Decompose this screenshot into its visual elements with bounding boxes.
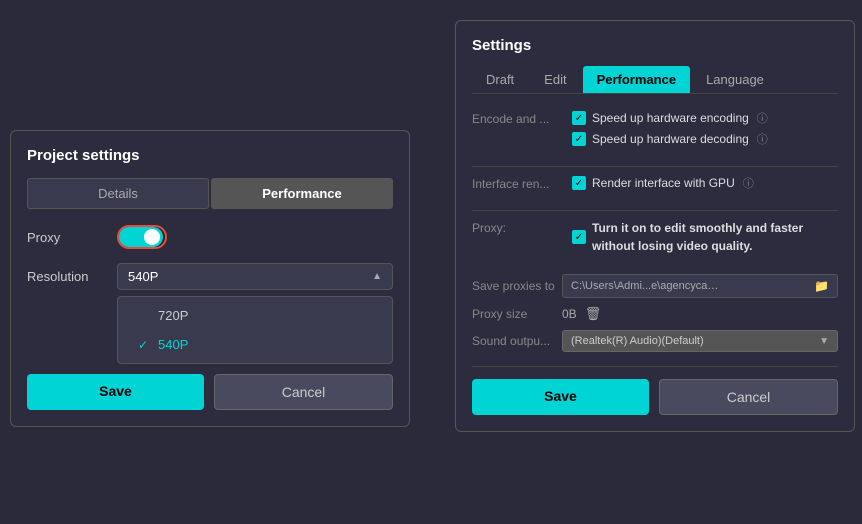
proxy-row: Proxy — [27, 225, 393, 249]
hardware-encoding-checkbox[interactable]: ✓ — [572, 111, 586, 125]
settings-panel: Settings Draft Edit Performance Language… — [455, 20, 855, 432]
info-icon-gpu: ⓘ — [743, 175, 754, 191]
proxy-description-text: Turn it on to edit smoothly and faster w… — [592, 219, 838, 255]
resolution-select[interactable]: 540P ▲ — [117, 263, 393, 290]
settings-save-button[interactable]: Save — [472, 379, 649, 415]
hardware-encoding-label: Speed up hardware encoding — [592, 111, 749, 125]
settings-cancel-button[interactable]: Cancel — [659, 379, 838, 415]
info-icon-encoding: ⓘ — [757, 110, 768, 126]
tab-language[interactable]: Language — [692, 66, 778, 93]
render-gpu-row: ✓ Render interface with GPU ⓘ — [572, 175, 838, 191]
toggle-track — [119, 227, 163, 247]
tab-edit[interactable]: Edit — [530, 66, 580, 93]
info-icon-decoding: ⓘ — [757, 131, 768, 147]
encode-options: ✓ Speed up hardware encoding ⓘ ✓ Speed u… — [572, 110, 838, 152]
folder-icon: 📁 — [814, 279, 829, 293]
resolution-row: Resolution 540P ▲ — [27, 263, 393, 290]
chevron-down-icon: ▼ — [819, 336, 829, 347]
dropdown-item-720p[interactable]: 720P — [118, 301, 392, 330]
save-proxies-row: Save proxies to C:\Users\Admi...e\agency… — [472, 274, 838, 298]
path-value: C:\Users\Admi...e\agencycache — [571, 280, 721, 292]
resolution-dropdown: 720P ✓ 540P — [117, 296, 393, 364]
proxy-section-label: Proxy: — [472, 219, 562, 235]
settings-tabs: Draft Edit Performance Language — [472, 66, 838, 94]
background: Project settings Details Performance Pro… — [0, 0, 862, 524]
proxy-toggle[interactable] — [117, 225, 167, 249]
proxy-size-field: 0B 🗑 — [562, 306, 838, 322]
sound-output-select[interactable]: (Realtek(R) Audio)(Default) ▼ — [562, 330, 838, 352]
render-gpu-checkbox[interactable]: ✓ — [572, 176, 586, 190]
divider-1 — [472, 166, 838, 167]
hardware-decoding-label: Speed up hardware decoding — [592, 132, 749, 146]
resolution-label: Resolution — [27, 269, 117, 284]
proxy-size-value: 0B — [562, 307, 577, 321]
encode-label: Encode and ... — [472, 110, 562, 126]
proxy-size-label: Proxy size — [472, 307, 562, 321]
cancel-button[interactable]: Cancel — [214, 374, 393, 410]
render-gpu-label: Render interface with GPU — [592, 176, 735, 190]
trash-icon[interactable]: 🗑 — [585, 306, 602, 322]
encode-section: Encode and ... ✓ Speed up hardware encod… — [472, 110, 838, 152]
hardware-encoding-row: ✓ Speed up hardware encoding ⓘ — [572, 110, 838, 126]
proxy-option-row: ✓ Turn it on to edit smoothly and faster… — [572, 219, 838, 255]
proxy-label: Proxy — [27, 230, 117, 245]
sound-output-row: Sound outpu... (Realtek(R) Audio)(Defaul… — [472, 330, 838, 352]
hardware-decoding-row: ✓ Speed up hardware decoding ⓘ — [572, 131, 838, 147]
dropdown-item-540p[interactable]: ✓ 540P — [118, 330, 392, 359]
resolution-value: 540P — [128, 269, 158, 284]
save-proxies-path[interactable]: C:\Users\Admi...e\agencycache 📁 — [562, 274, 838, 298]
project-settings-footer: Save Cancel — [27, 374, 393, 410]
sound-output-label: Sound outpu... — [472, 334, 562, 348]
proxy-checkbox[interactable]: ✓ — [572, 230, 586, 244]
chevron-up-icon: ▲ — [372, 271, 382, 282]
save-button[interactable]: Save — [27, 374, 204, 410]
proxy-description: ✓ Turn it on to edit smoothly and faster… — [572, 219, 838, 260]
project-settings-title: Project settings — [27, 147, 393, 164]
divider-2 — [472, 210, 838, 211]
checkmark-540p: ✓ — [138, 338, 150, 352]
tab-performance[interactable]: Performance — [211, 178, 393, 209]
proxy-size-row: Proxy size 0B 🗑 — [472, 306, 838, 322]
settings-title: Settings — [472, 37, 838, 54]
sound-output-value: (Realtek(R) Audio)(Default) — [571, 335, 704, 347]
tab-draft[interactable]: Draft — [472, 66, 528, 93]
interface-label: Interface ren... — [472, 175, 562, 191]
save-proxies-label: Save proxies to — [472, 279, 562, 293]
settings-footer: Save Cancel — [472, 366, 838, 415]
interface-section: Interface ren... ✓ Render interface with… — [472, 175, 838, 196]
hardware-decoding-checkbox[interactable]: ✓ — [572, 132, 586, 146]
tab-details[interactable]: Details — [27, 178, 209, 209]
project-settings-dialog: Project settings Details Performance Pro… — [10, 130, 410, 427]
toggle-thumb — [144, 229, 160, 245]
interface-options: ✓ Render interface with GPU ⓘ — [572, 175, 838, 196]
project-settings-tabs: Details Performance — [27, 178, 393, 209]
tab-performance-settings[interactable]: Performance — [583, 66, 690, 93]
proxy-section: Proxy: ✓ Turn it on to edit smoothly and… — [472, 219, 838, 260]
